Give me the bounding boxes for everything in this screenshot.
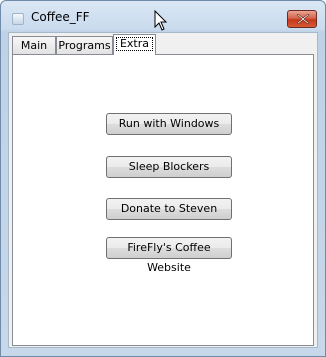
tab-main[interactable]: Main [12,36,56,54]
website-button[interactable]: FireFly's Coffee Website [106,237,232,274]
client-area: Main Programs Extra Run with Windows Sle… [8,32,318,348]
tab-programs[interactable]: Programs [56,36,113,54]
app-window: Coffee_FF Main Programs Extra Run with W… [0,0,326,357]
tab-extra[interactable]: Extra [113,34,156,55]
app-icon [12,13,24,25]
tab-main-label: Main [20,39,48,52]
close-button[interactable] [287,10,317,28]
close-icon [297,14,309,24]
extra-tab-panel: Run with Windows Sleep Blockers Donate t… [12,54,314,346]
run-with-windows-button[interactable]: Run with Windows [106,113,232,135]
tab-extra-label: Extra [115,37,154,51]
window-title: Coffee_FF [31,10,90,24]
sleep-blockers-button[interactable]: Sleep Blockers [106,156,232,178]
donate-button[interactable]: Donate to Steven [106,198,232,220]
mouse-cursor-icon [154,10,168,31]
tab-programs-label: Programs [58,39,111,52]
